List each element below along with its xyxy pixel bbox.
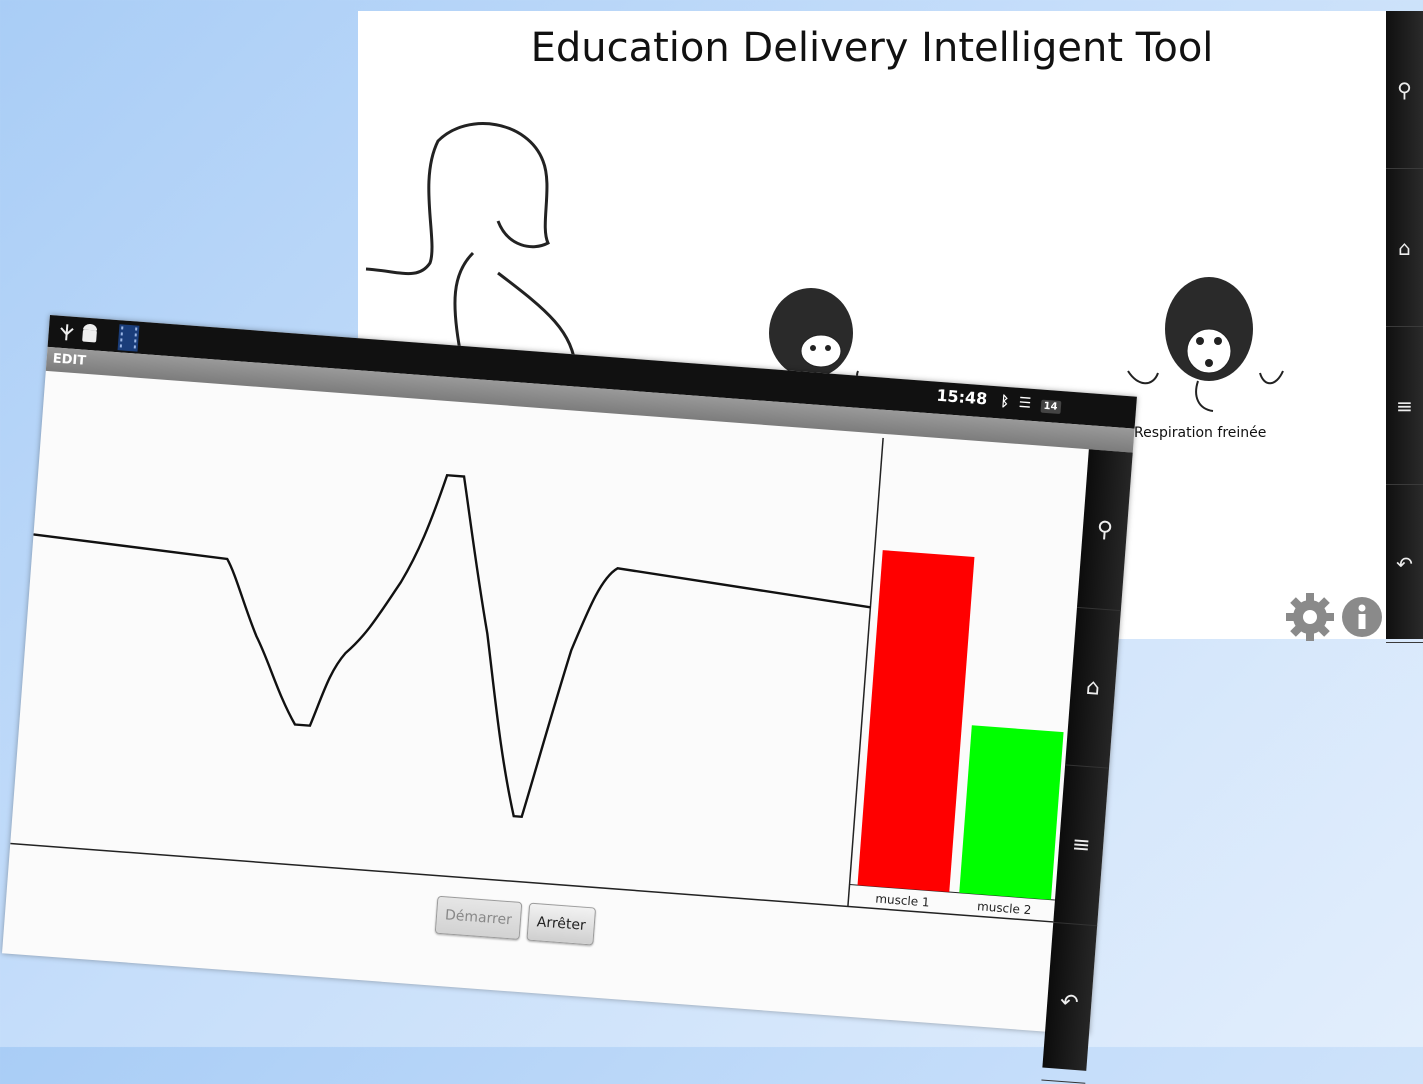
signal-and-bars: muscle 1 muscle 2 (10, 437, 1064, 923)
bar-label-muscle-1: muscle 1 (875, 892, 930, 910)
bar-label-muscle-2: muscle 2 (977, 899, 1032, 917)
film-icon (117, 324, 140, 352)
stop-button[interactable]: Arrêter (526, 902, 597, 946)
emg-signal-line (33, 473, 871, 819)
menu-icon[interactable]: ≡ (1386, 327, 1423, 485)
back-icon[interactable]: ↶ (1386, 485, 1423, 643)
tablet-app-window: 15:48 ᛒ ☰ 14 EDIT muscle 1 muscle 2 Déma… (2, 315, 1137, 1084)
silhouette (365, 122, 578, 372)
info-icon[interactable] (1342, 597, 1382, 637)
battery-level: 14 (1040, 399, 1061, 415)
start-button[interactable]: Démarrer (434, 895, 523, 940)
tool-icons (1286, 593, 1382, 641)
home-icon[interactable]: ⌂ (1386, 169, 1423, 327)
character-1 (757, 288, 891, 383)
gear-icon[interactable] (1286, 593, 1334, 641)
bar-muscle-2 (959, 725, 1064, 900)
status-area: 15:48 ᛒ ☰ 14 (935, 385, 1062, 415)
bluetooth-icon: ᛒ (1000, 393, 1010, 411)
system-nav-bar: ⚲ ⌂ ≡ ↶ (1386, 11, 1423, 643)
search-icon[interactable]: ⚲ (1386, 11, 1423, 169)
usb-icon (60, 324, 74, 341)
android-icon (82, 324, 97, 343)
bar-muscle-1 (857, 550, 975, 893)
clock: 15:48 (935, 385, 988, 409)
character-2 (1127, 277, 1284, 412)
wifi-icon: ☰ (1018, 394, 1032, 412)
character-caption: Respiration freinée (1134, 425, 1267, 441)
